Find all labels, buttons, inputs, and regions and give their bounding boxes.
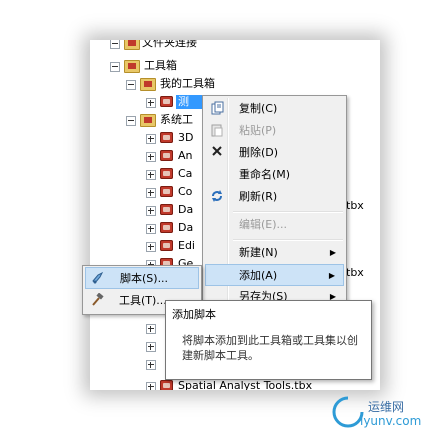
toolbox-icon [160,168,173,179]
menu-item-label: 工具(T)... [119,294,167,307]
menu-item-add[interactable]: 添加(A) ▶ [205,264,344,286]
collapse-icon[interactable] [110,40,120,49]
menu-item-add-script[interactable]: 脚本(S)... [85,267,199,289]
tree-label: tbx [346,199,364,212]
expand-icon[interactable] [146,242,156,252]
tooltip-description: 将脚本添加到此工具箱或工具集以创建新脚本工具。 [182,334,358,362]
menu-item-label: 编辑(E)... [239,218,288,231]
expand-icon[interactable] [146,98,156,108]
tree-label: 我的工具箱 [160,77,215,90]
toolbox-icon [160,186,173,197]
toolbox-icon [160,380,173,390]
tree-label: 系统工 [160,113,193,126]
toolbox-icon [160,222,173,233]
expand-icon[interactable] [146,324,156,334]
expand-icon[interactable] [146,152,156,162]
collapse-icon[interactable] [126,116,136,126]
menu-item-refresh[interactable]: 刷新(R) [205,186,344,208]
collapse-icon[interactable] [126,80,136,90]
submenu-arrow-icon: ▶ [328,271,335,280]
script-icon [90,271,106,287]
menu-item-copy[interactable]: 复制(C) [205,98,344,120]
screenshot-canvas: 文件夹连接 工具箱 我的工具箱 测 系统工 3D An Ca Co Da Da … [0,0,435,440]
menu-separator [233,211,343,213]
menu-item-new[interactable]: 新建(N) ▶ [205,242,344,264]
expand-icon[interactable] [146,342,156,352]
folder-icon [140,78,156,91]
tree-label: 测 [178,95,189,108]
menu-item-paste[interactable]: 粘贴(P) [205,120,344,142]
menu-item-label: 添加(A) [239,269,278,282]
menu-item-edit[interactable]: 编辑(E)... [205,214,344,236]
toolbox-folder-icon [124,60,140,73]
toolbox-icon [160,96,173,107]
expand-icon[interactable] [146,224,156,234]
tree-label: 文件夹连接 [142,40,197,49]
folder-icon [124,40,140,50]
menu-item-label: 刷新(R) [239,190,278,203]
tree-label: Ca [178,167,193,180]
paste-icon [209,123,225,139]
expand-icon[interactable] [146,134,156,144]
menu-item-label: 脚本(S)... [120,272,169,285]
tree-label: 工具箱 [144,59,177,72]
tree-row-fragment: tbx [346,264,364,282]
expand-icon[interactable] [146,206,156,216]
tooltip: 添加脚本 将脚本添加到此工具箱或工具集以创建新脚本工具。 [165,300,372,380]
delete-icon [209,145,225,161]
folder-icon [140,114,156,127]
menu-separator [233,239,343,241]
menu-item-label: 重命名(M) [239,168,291,181]
refresh-icon [209,189,225,205]
toolbox-icon [160,204,173,215]
tree-label: Co [178,185,193,198]
expand-icon[interactable] [146,188,156,198]
tree-label: Edi [178,239,195,252]
menu-item-delete[interactable]: 删除(D) [205,142,344,164]
expand-icon[interactable] [146,360,156,370]
menu-item-label: 新建(N) [239,246,278,259]
collapse-icon[interactable] [110,62,120,72]
submenu-arrow-icon: ▶ [329,248,336,257]
expand-icon[interactable] [146,382,156,390]
context-menu: 复制(C) 粘贴(P) 删除(D) 重命名(M) 刷新(R) 编辑(E)... [202,95,347,312]
tree-label: Da [178,203,194,216]
watermark-text: 运维网 [368,400,405,414]
menu-item-rename[interactable]: 重命名(M) [205,164,344,186]
watermark: 运维网 iyunv.com [328,392,428,434]
tree-row-fragment: tbx [346,197,364,215]
tree-label: tbx [346,266,364,279]
expand-icon[interactable] [146,170,156,180]
toolbox-icon [160,240,173,251]
toolbox-icon [160,150,173,161]
tree-label: An [178,149,193,162]
tooltip-title: 添加脚本 [172,308,216,321]
menu-item-label: 复制(C) [239,102,278,115]
watermark-url: iyunv.com [360,414,422,428]
hammer-icon [89,292,105,309]
copy-icon [209,101,225,117]
tree-label: 3D [178,131,194,144]
menu-item-label: 删除(D) [239,146,279,159]
toolbox-icon [160,132,173,143]
menu-item-label: 粘贴(P) [239,124,277,137]
tree-label: Da [178,221,194,234]
